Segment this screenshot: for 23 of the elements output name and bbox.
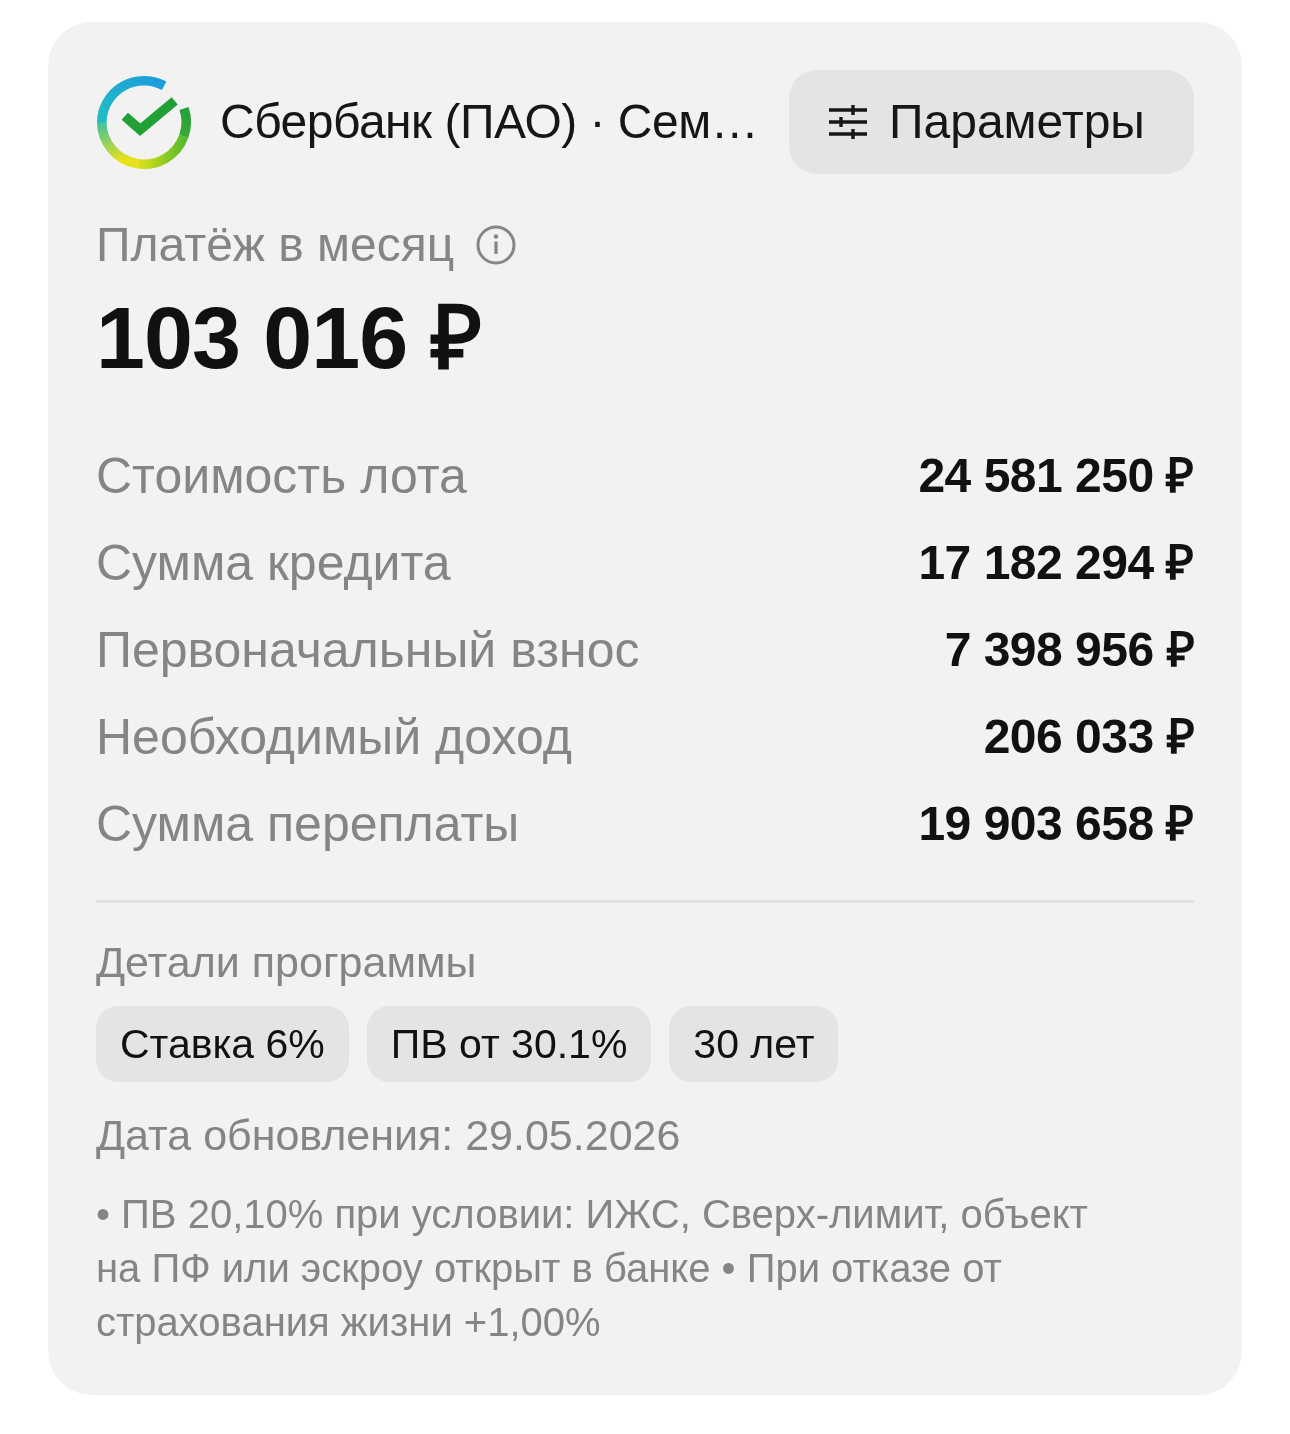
program-tag: 30 лет bbox=[669, 1006, 839, 1082]
update-date-text: Дата обновления: 29.05.2026 bbox=[96, 1110, 681, 1160]
row-value: 19 903 658 ₽ bbox=[918, 795, 1194, 852]
row-value: 7 398 956 ₽ bbox=[944, 621, 1194, 678]
program-tag: ПВ от 30.1% bbox=[366, 1006, 652, 1082]
row-value: 206 033 ₽ bbox=[983, 708, 1194, 765]
monthly-payment-amount: 103 016 ₽ bbox=[96, 288, 481, 388]
sliders-icon bbox=[829, 105, 867, 139]
row-value: 17 182 294 ₽ bbox=[918, 534, 1194, 591]
row-label: Первоначальный взнос bbox=[96, 620, 640, 679]
program-tag: Ставка 6% bbox=[96, 1006, 349, 1082]
bank-title: Сбербанк (ПАО) · Сем… bbox=[220, 98, 759, 146]
row-label: Сумма кредита bbox=[96, 533, 451, 592]
row-label: Необходимый доход bbox=[96, 707, 572, 766]
row-label: Стоимость лота bbox=[96, 446, 467, 505]
info-icon[interactable] bbox=[476, 225, 517, 265]
row-value: 24 581 250 ₽ bbox=[918, 447, 1194, 504]
section-title: Детали программы bbox=[96, 937, 477, 987]
check-ring-logo-icon bbox=[96, 74, 192, 170]
parameters-button[interactable]: Параметры bbox=[789, 70, 1194, 174]
payment-label: Платёж в месяц bbox=[96, 218, 455, 272]
conditions-note: • ПВ 20,10% при условии: ИЖС, Сверх-лимит, объект на ПФ или эскроу открыт в банке • При отказе от страхования жизни +1,00% bbox=[96, 1191, 1089, 1346]
row-label: Сумма переплаты bbox=[96, 794, 520, 853]
